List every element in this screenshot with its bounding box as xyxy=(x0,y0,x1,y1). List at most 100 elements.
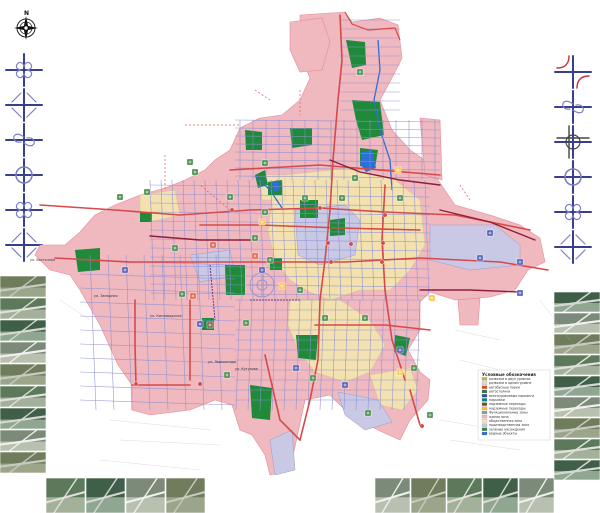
left-photo-tile-3 xyxy=(0,319,47,342)
left-interchange-diagram-3 xyxy=(5,123,43,157)
map-marker xyxy=(361,314,369,322)
street-label-lermontova: ул. Лермонтова xyxy=(208,360,236,364)
right-photo-strip xyxy=(553,291,600,481)
right-interchange-diagram-6 xyxy=(554,230,592,264)
bottom-left-photo-tile-1 xyxy=(45,477,86,513)
map-marker xyxy=(186,158,194,166)
map-marker xyxy=(516,258,524,266)
left-interchange-diagram-2 xyxy=(5,88,43,122)
map-marker xyxy=(338,194,346,202)
map-marker xyxy=(258,218,266,226)
right-photo-tile-8 xyxy=(553,438,600,460)
bottom-right-photo-tile-1 xyxy=(374,477,411,513)
road-node-marker xyxy=(419,423,425,429)
residential-zone-north xyxy=(289,17,331,73)
map-marker xyxy=(189,292,197,300)
left-photo-tile-9 xyxy=(0,451,47,474)
map-marker xyxy=(364,409,372,417)
map-marker xyxy=(301,194,309,202)
left-photo-tile-8 xyxy=(0,429,47,452)
map-marker xyxy=(394,166,402,174)
road-node-marker xyxy=(348,241,354,247)
street-label-kislovodskaya: ул. Кисловодская xyxy=(150,314,182,318)
compass-north-label: N xyxy=(24,10,29,17)
left-photo-tile-2 xyxy=(0,297,47,320)
left-photo-tile-5 xyxy=(0,363,47,386)
map-marker xyxy=(251,252,259,260)
map-marker xyxy=(143,188,151,196)
map-marker xyxy=(116,193,124,201)
map-marker xyxy=(428,294,436,302)
map-marker xyxy=(296,286,304,294)
residential-zone-southeast xyxy=(457,297,481,326)
left-interchange-diagram-1 xyxy=(5,53,43,87)
right-interchange-diagram-2 xyxy=(554,90,592,124)
left-interchange-diagram-panel xyxy=(5,53,43,262)
map-legend: Условные обозначения развязки в двух уро… xyxy=(477,369,551,441)
bottom-photo-strip xyxy=(45,477,555,513)
map-marker xyxy=(426,411,434,419)
bottom-left-photo-tile-2 xyxy=(85,477,126,513)
right-photo-tile-4 xyxy=(553,354,600,376)
right-interchange-diagram-5 xyxy=(554,195,592,229)
right-interchange-diagram-1 xyxy=(554,55,592,89)
road-node-marker xyxy=(328,259,334,265)
road-node-marker xyxy=(379,259,385,265)
road-node-marker xyxy=(382,212,388,218)
map-marker xyxy=(309,374,317,382)
right-photo-tile-9 xyxy=(553,459,600,481)
road-node-marker xyxy=(380,240,386,246)
map-marker xyxy=(321,314,329,322)
map-marker xyxy=(171,244,179,252)
map-marker xyxy=(206,321,214,329)
map-marker xyxy=(396,194,404,202)
roundabout-west xyxy=(249,272,275,298)
map-marker xyxy=(251,234,259,242)
left-interchange-diagram-5 xyxy=(5,193,43,227)
map-marker xyxy=(191,168,199,176)
right-interchange-diagram-4 xyxy=(554,160,592,194)
map-marker xyxy=(266,256,274,264)
street-label-west: ул. Западная xyxy=(94,294,118,298)
bottom-left-photo-tile-3 xyxy=(125,477,166,513)
map-marker xyxy=(410,364,418,372)
street-label-kutuzova: ул. Кутузова xyxy=(235,367,258,371)
road-node-marker xyxy=(317,205,323,211)
map-marker xyxy=(476,254,484,262)
map-marker xyxy=(292,364,300,372)
right-interchange-diagram-3 xyxy=(554,125,592,159)
map-marker xyxy=(226,193,234,201)
street-label-east: ул. Восточная xyxy=(30,258,55,262)
right-photo-tile-7 xyxy=(553,417,600,439)
left-photo-tile-1 xyxy=(0,275,47,298)
map-marker xyxy=(223,371,231,379)
map-marker xyxy=(196,320,204,328)
bottom-right-photo-tile-4 xyxy=(482,477,519,513)
left-interchange-diagram-4 xyxy=(5,158,43,192)
map-marker xyxy=(261,208,269,216)
map-marker xyxy=(396,346,404,354)
right-photo-tile-2 xyxy=(553,312,600,334)
road-node-marker xyxy=(325,240,331,246)
road-node-marker xyxy=(229,207,235,213)
bottom-left-photo-tile-4 xyxy=(165,477,206,513)
left-photo-tile-6 xyxy=(0,385,47,408)
map-marker xyxy=(258,266,266,274)
map-marker xyxy=(242,319,250,327)
bottom-right-photo-tile-2 xyxy=(410,477,447,513)
map-marker xyxy=(209,241,217,249)
bottom-right-photo-tile-3 xyxy=(446,477,483,513)
left-photo-tile-7 xyxy=(0,407,47,430)
right-photo-tile-5 xyxy=(553,375,600,397)
map-marker xyxy=(278,282,286,290)
map-marker xyxy=(516,289,524,297)
right-photo-tile-3 xyxy=(553,333,600,355)
map-marker xyxy=(261,159,269,167)
map-marker xyxy=(351,174,359,182)
left-photo-strip xyxy=(0,275,47,474)
right-photo-tile-1 xyxy=(553,291,600,313)
map-marker xyxy=(486,229,494,237)
left-photo-tile-4 xyxy=(0,341,47,364)
map-marker xyxy=(356,68,364,76)
right-interchange-diagram-panel xyxy=(554,55,592,264)
